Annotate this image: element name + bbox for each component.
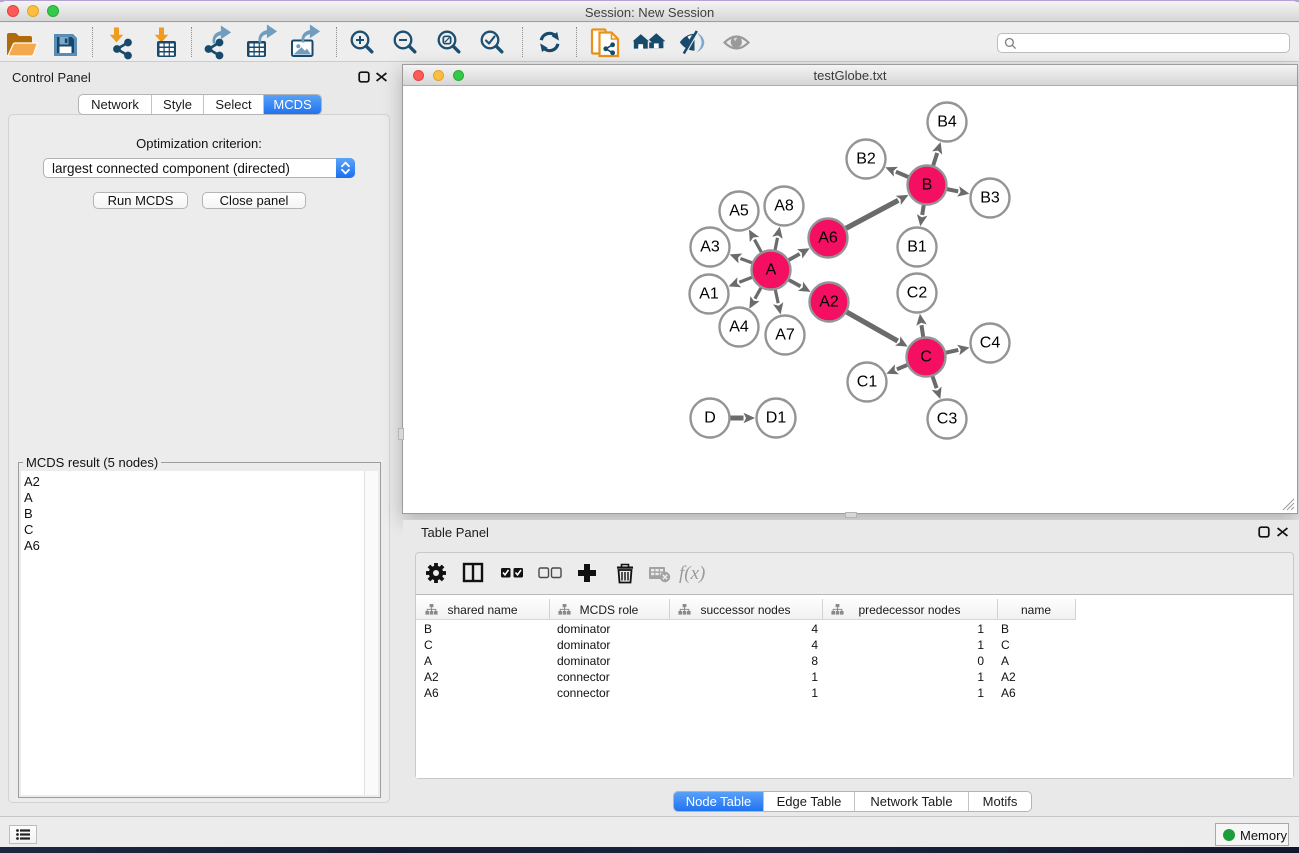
svg-text:D1: D1 <box>766 410 787 427</box>
svg-text:f(x): f(x) <box>679 563 705 584</box>
svg-text:B1: B1 <box>907 239 927 256</box>
svg-text:A1: A1 <box>699 286 719 303</box>
svg-text:B2: B2 <box>856 151 876 168</box>
svg-text:A2: A2 <box>819 294 839 311</box>
svg-text:A3: A3 <box>700 239 720 256</box>
svg-text:C: C <box>920 349 932 366</box>
svg-text:A6: A6 <box>818 230 838 247</box>
svg-text:A5: A5 <box>729 203 749 220</box>
svg-text:A8: A8 <box>774 198 794 215</box>
svg-text:A: A <box>766 262 777 279</box>
svg-text:B3: B3 <box>980 190 1000 207</box>
svg-text:C2: C2 <box>907 285 928 302</box>
svg-text:A7: A7 <box>775 327 795 344</box>
svg-text:D: D <box>704 410 716 427</box>
svg-text:A4: A4 <box>729 319 749 336</box>
svg-text:C3: C3 <box>937 411 958 428</box>
svg-text:C4: C4 <box>980 335 1001 352</box>
svg-text:B4: B4 <box>937 114 957 131</box>
svg-text:C1: C1 <box>857 374 878 391</box>
svg-text:B: B <box>922 177 933 194</box>
